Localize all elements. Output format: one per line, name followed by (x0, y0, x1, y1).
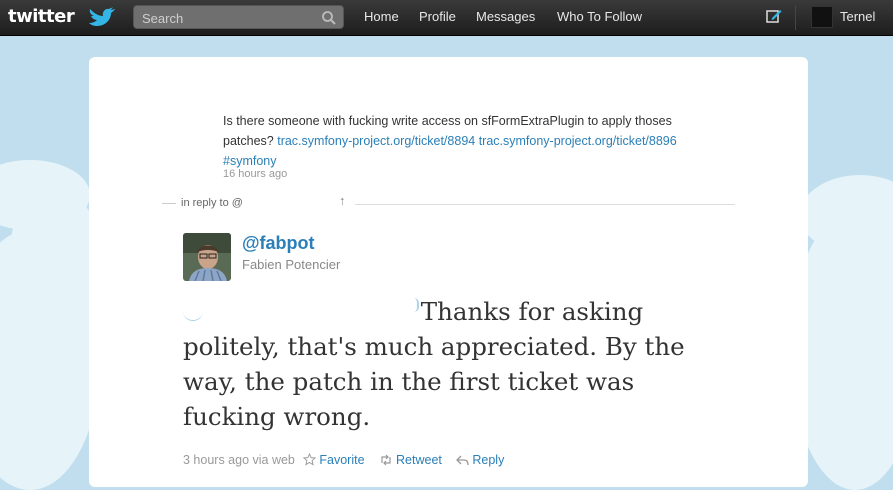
reply-button[interactable]: Reply (456, 453, 509, 467)
nav-profile[interactable]: Profile (419, 9, 456, 24)
username[interactable]: Ternel (840, 9, 875, 24)
full-name: Fabien Potencier (242, 257, 341, 272)
ticket-link-8894[interactable]: trac.symfony-project.org/ticket/8894 (277, 134, 475, 148)
top-bar: twitter Home Profile Messages Who To Fol… (0, 0, 893, 36)
original-tweet-timestamp[interactable]: 16 hours ago (223, 168, 287, 180)
nav-who-to-follow[interactable]: Who To Follow (557, 9, 642, 24)
divider (162, 203, 176, 204)
tweet-time[interactable]: 3 hours ago via web (183, 453, 295, 467)
user-avatar[interactable] (811, 6, 833, 28)
divider (795, 5, 796, 30)
mention-link[interactable] (183, 298, 419, 321)
hashtag-link[interactable]: #symfony (223, 154, 277, 168)
tweet-actions: 3 hours ago via web Favorite Retweet Rep… (183, 453, 515, 467)
nav-messages[interactable]: Messages (476, 9, 535, 24)
bird-icon (89, 7, 115, 26)
retweet-icon (381, 454, 391, 466)
favorite-button[interactable]: Favorite (303, 453, 373, 467)
up-arrow-icon[interactable]: ↑ (339, 193, 346, 208)
retweet-label: Retweet (396, 453, 442, 467)
favorite-label: Favorite (319, 453, 365, 467)
nav-home[interactable]: Home (364, 9, 399, 24)
avatar[interactable] (183, 233, 231, 281)
in-reply-to-label[interactable]: in reply to @ (181, 197, 243, 209)
search-input[interactable] (140, 8, 314, 28)
star-icon (303, 453, 317, 466)
avatar-image (183, 233, 231, 281)
screen-name[interactable]: @fabpot (242, 233, 315, 254)
tweet-card: Is there someone with fucking write acce… (89, 57, 808, 487)
search-icon[interactable] (321, 10, 337, 26)
original-tweet-text: Is there someone with fucking write acce… (223, 111, 713, 171)
ticket-link-8896[interactable]: trac.symfony-project.org/ticket/8896 (479, 134, 677, 148)
compose-icon[interactable] (766, 8, 782, 24)
reply-tweet-text: Thanks for asking politely, that's much … (183, 294, 703, 434)
twitter-logo[interactable]: twitter (8, 6, 75, 27)
search-box (133, 5, 344, 29)
divider (355, 204, 735, 205)
reply-label: Reply (472, 453, 505, 467)
reply-icon (456, 455, 470, 466)
retweet-button[interactable]: Retweet (379, 453, 450, 467)
